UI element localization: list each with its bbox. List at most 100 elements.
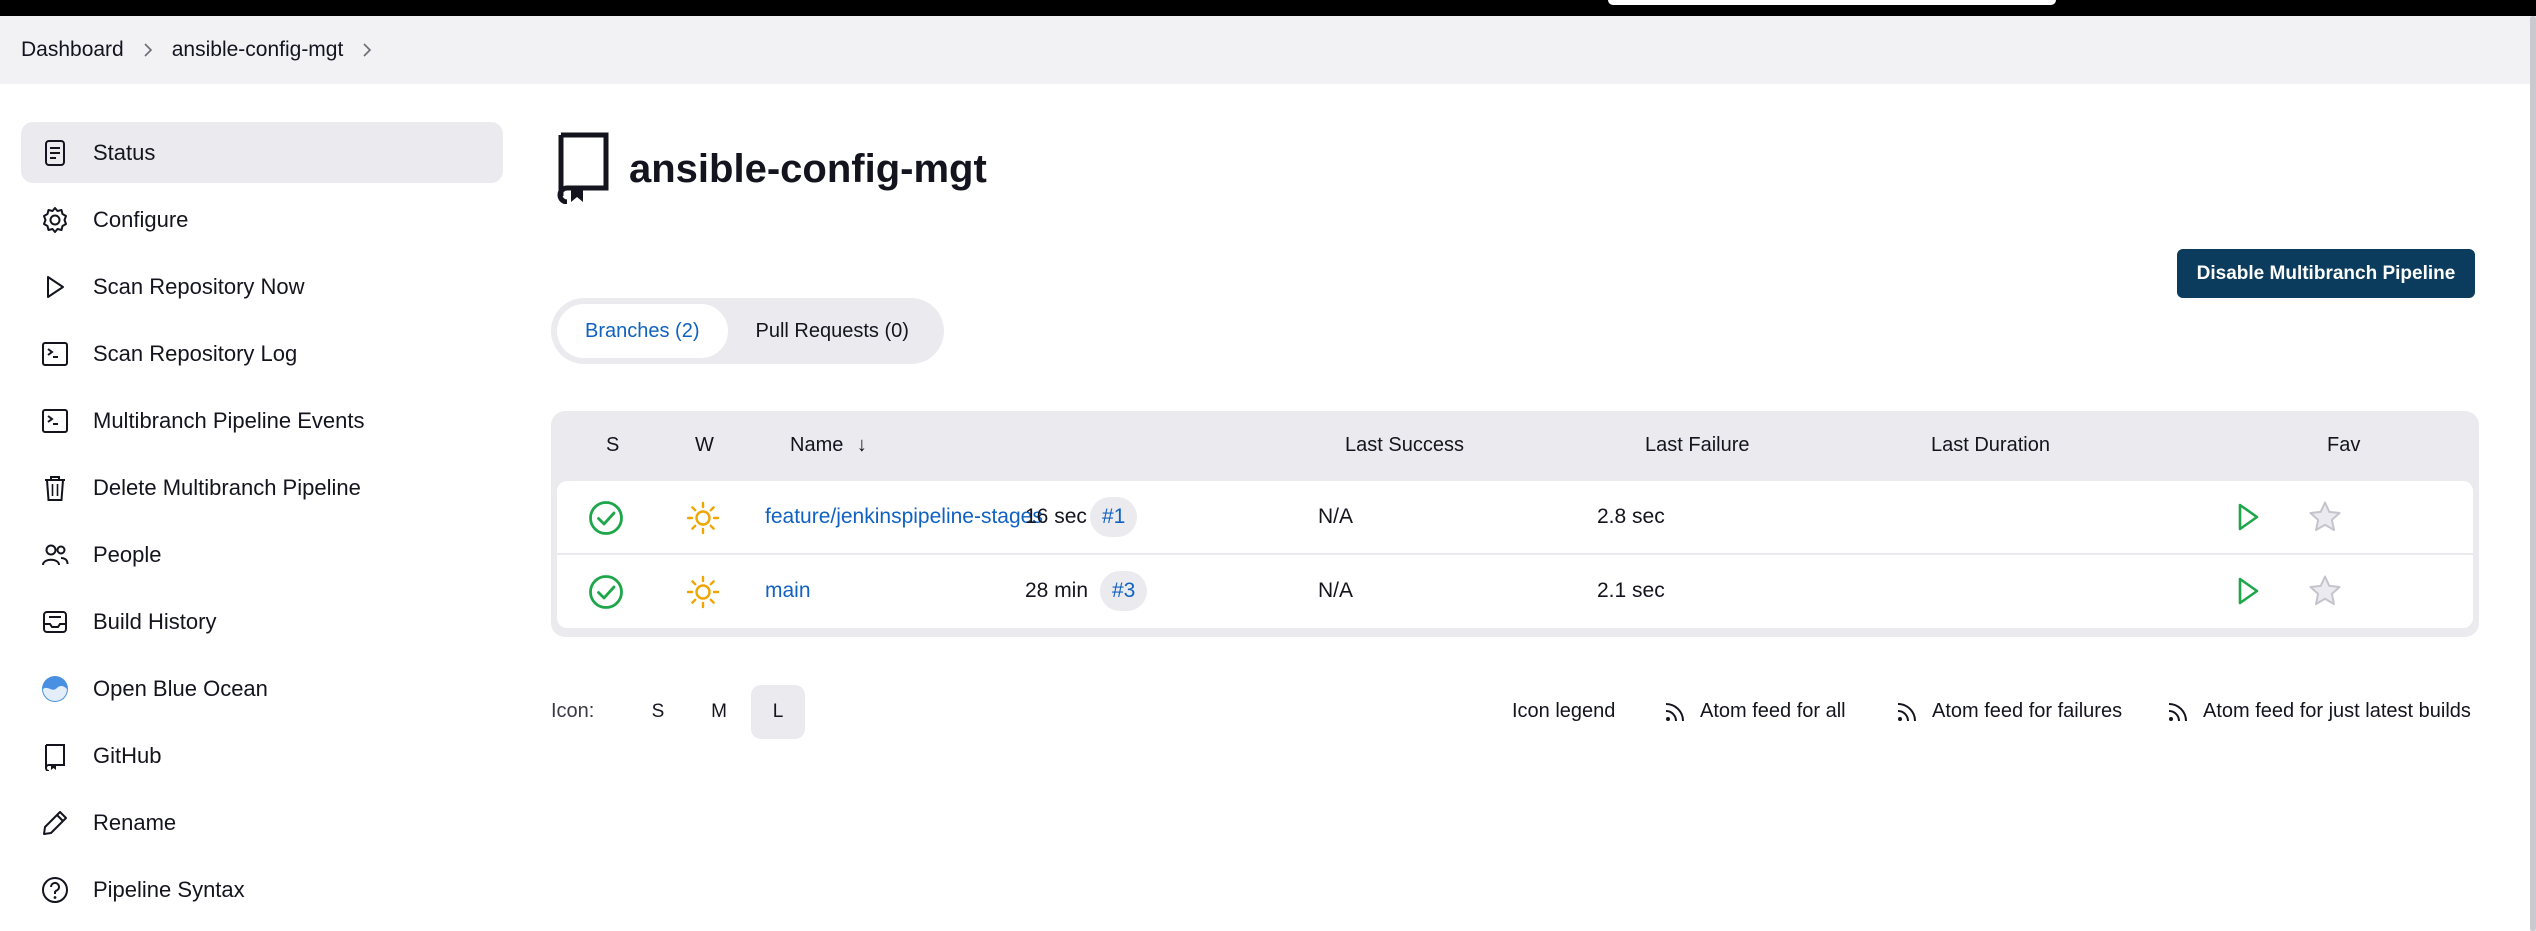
branch-link[interactable]: feature/jenkinspipeline-stages bbox=[765, 505, 1043, 529]
sidebar-item-label: Scan Repository Now bbox=[93, 273, 305, 299]
disable-multibranch-pipeline-button[interactable]: Disable Multibranch Pipeline bbox=[2177, 249, 2475, 298]
sidebar: Status Configure Scan Repository Now Sca… bbox=[21, 122, 503, 926]
repository-icon bbox=[39, 740, 71, 772]
build-number-link[interactable]: #1 bbox=[1090, 497, 1138, 537]
last-success-time: 28 min bbox=[1025, 579, 1089, 602]
table-header: S W Name ↓ Last Success Last Failure Las… bbox=[557, 411, 2473, 481]
sunny-weather-icon bbox=[685, 500, 721, 542]
column-header-last-failure[interactable]: Last Failure bbox=[1645, 434, 1750, 457]
column-header-name-label: Name bbox=[790, 434, 844, 456]
terminal-icon bbox=[39, 338, 71, 370]
sidebar-item-label: Multibranch Pipeline Events bbox=[93, 407, 365, 433]
build-number-link[interactable]: #3 bbox=[1100, 571, 1148, 611]
sidebar-item-scan-repository-log[interactable]: Scan Repository Log bbox=[21, 323, 503, 384]
chevron-right-icon[interactable] bbox=[343, 36, 391, 64]
people-icon bbox=[39, 539, 71, 571]
last-failure-value: N/A bbox=[1318, 505, 1354, 528]
inbox-icon bbox=[39, 606, 71, 638]
breadcrumb: Dashboard ansible-config-mgt bbox=[0, 16, 2530, 84]
last-success-time: 16 sec bbox=[1025, 505, 1087, 528]
sidebar-item-open-blue-ocean[interactable]: Open Blue Ocean bbox=[21, 658, 503, 719]
favorite-star-icon[interactable] bbox=[2307, 499, 2343, 541]
search-box[interactable] bbox=[1608, 0, 2056, 5]
sidebar-item-build-history[interactable]: Build History bbox=[21, 591, 503, 652]
sidebar-item-github[interactable]: GitHub bbox=[21, 725, 503, 786]
sidebar-item-status[interactable]: Status bbox=[21, 122, 503, 183]
atom-feed-all-label: Atom feed for all bbox=[1700, 700, 1846, 722]
breadcrumb-dashboard[interactable]: Dashboard bbox=[21, 38, 124, 62]
atom-feed-latest-builds-label: Atom feed for just latest builds bbox=[2203, 700, 2471, 722]
top-header-bar bbox=[0, 0, 2536, 16]
sidebar-item-label: Scan Repository Log bbox=[93, 340, 298, 366]
sort-arrow-icon: ↓ bbox=[856, 434, 867, 456]
breadcrumb-ansible-config-mgt[interactable]: ansible-config-mgt bbox=[172, 38, 344, 62]
tab-pull-requests[interactable]: Pull Requests (0) bbox=[728, 304, 937, 358]
blue-ocean-icon bbox=[39, 673, 71, 705]
column-header-last-success[interactable]: Last Success bbox=[1345, 434, 1464, 457]
repository-icon bbox=[551, 130, 613, 209]
pencil-icon bbox=[39, 807, 71, 839]
icon-size-medium-button[interactable]: M bbox=[692, 685, 746, 739]
sidebar-item-rename[interactable]: Rename bbox=[21, 792, 503, 853]
sunny-weather-icon bbox=[685, 574, 721, 616]
success-check-icon bbox=[588, 500, 624, 542]
icon-legend-label: Icon legend bbox=[1512, 700, 1616, 722]
scrollbar-thumb[interactable] bbox=[2530, 16, 2536, 931]
sidebar-item-label: Status bbox=[93, 139, 156, 165]
sidebar-item-scan-repository-now[interactable]: Scan Repository Now bbox=[21, 256, 503, 317]
sidebar-item-label: Pipeline Syntax bbox=[93, 876, 245, 902]
sidebar-item-label: Rename bbox=[93, 809, 177, 835]
page-title: ansible-config-mgt bbox=[629, 147, 987, 191]
rss-icon bbox=[2168, 702, 2187, 721]
favorite-star-icon[interactable] bbox=[2307, 573, 2343, 615]
branches-table: S W Name ↓ Last Success Last Failure Las… bbox=[551, 411, 2479, 637]
atom-feed-failures-label: Atom feed for failures bbox=[1932, 700, 2123, 722]
play-icon bbox=[39, 271, 71, 303]
chevron-right-icon[interactable] bbox=[124, 36, 172, 64]
sidebar-item-delete-multibranch-pipeline[interactable]: Delete Multibranch Pipeline bbox=[21, 457, 503, 518]
rss-icon bbox=[1897, 702, 1916, 721]
column-header-last-duration[interactable]: Last Duration bbox=[1931, 434, 2050, 457]
last-failure-value: N/A bbox=[1318, 579, 1354, 602]
sidebar-item-label: Delete Multibranch Pipeline bbox=[93, 474, 361, 500]
table-row: main 28 min #3 N/A 2.1 sec bbox=[557, 555, 2473, 628]
last-duration-value: 2.1 sec bbox=[1597, 579, 1665, 602]
sidebar-item-label: Open Blue Ocean bbox=[93, 675, 268, 701]
status-document-icon bbox=[39, 137, 71, 169]
column-header-status[interactable]: S bbox=[606, 434, 619, 457]
success-check-icon bbox=[588, 574, 624, 616]
sidebar-item-people[interactable]: People bbox=[21, 524, 503, 585]
icon-size-large-button[interactable]: L bbox=[751, 685, 805, 739]
atom-feed-latest-builds-link[interactable]: Atom feed for just latest builds bbox=[2167, 700, 2471, 723]
page-header: ansible-config-mgt bbox=[551, 130, 987, 209]
sidebar-item-label: Configure bbox=[93, 206, 189, 232]
sidebar-item-pipeline-syntax[interactable]: Pipeline Syntax bbox=[21, 859, 503, 920]
help-circle-icon bbox=[39, 874, 71, 906]
last-duration-value: 2.8 sec bbox=[1597, 505, 1665, 528]
gear-icon bbox=[39, 204, 71, 236]
atom-feed-all-link[interactable]: Atom feed for all bbox=[1664, 700, 1846, 723]
icon-size-small-button[interactable]: S bbox=[631, 685, 685, 739]
page-scrollbar[interactable] bbox=[2530, 16, 2536, 931]
schedule-build-icon[interactable] bbox=[2229, 573, 2265, 615]
tab-branches[interactable]: Branches (2) bbox=[557, 304, 728, 358]
atom-feed-failures-link[interactable]: Atom feed for failures bbox=[1896, 700, 2122, 723]
column-header-weather[interactable]: W bbox=[695, 434, 714, 457]
icon-legend-link[interactable]: Icon legend bbox=[1512, 700, 1615, 723]
sidebar-item-label: People bbox=[93, 541, 162, 567]
branch-link[interactable]: main bbox=[765, 579, 811, 603]
sidebar-item-configure[interactable]: Configure bbox=[21, 189, 503, 250]
terminal-icon bbox=[39, 405, 71, 437]
tab-bar: Branches (2) Pull Requests (0) bbox=[551, 298, 944, 364]
icon-size-label: Icon: bbox=[551, 700, 595, 722]
column-header-name[interactable]: Name ↓ bbox=[790, 434, 867, 457]
sidebar-item-label: GitHub bbox=[93, 742, 162, 768]
sidebar-item-multibranch-pipeline-events[interactable]: Multibranch Pipeline Events bbox=[21, 390, 503, 451]
table-row: feature/jenkinspipeline-stages 16 sec #1… bbox=[557, 481, 2473, 555]
sidebar-item-label: Build History bbox=[93, 608, 217, 634]
column-header-fav[interactable]: Fav bbox=[2327, 434, 2360, 457]
rss-icon bbox=[1665, 702, 1684, 721]
table-footer: Icon: S M L Icon legend Atom feed for al… bbox=[551, 685, 2479, 739]
schedule-build-icon[interactable] bbox=[2229, 499, 2265, 541]
trash-icon bbox=[39, 472, 71, 504]
